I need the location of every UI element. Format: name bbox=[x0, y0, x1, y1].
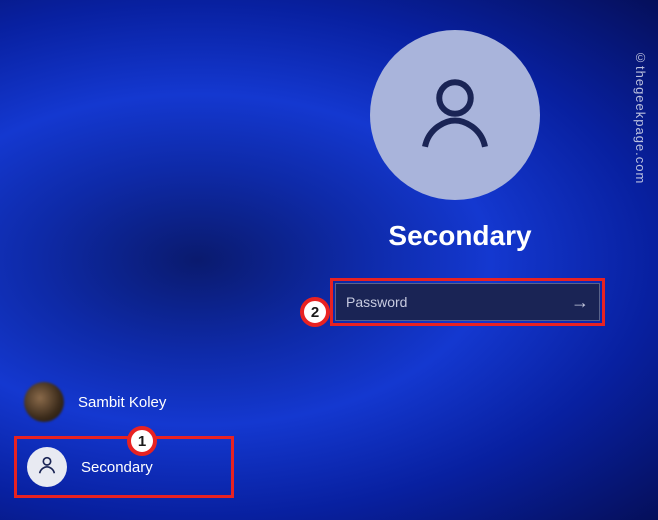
watermark-text: ©thegeekpage.com bbox=[633, 50, 648, 184]
user-avatar-icon bbox=[27, 447, 67, 487]
password-highlight-box: Password → bbox=[330, 278, 605, 326]
annotation-badge-2: 2 bbox=[300, 297, 330, 327]
user-label: Sambit Koley bbox=[78, 394, 166, 411]
submit-arrow-icon[interactable]: → bbox=[571, 292, 589, 313]
annotation-badge-1: 1 bbox=[127, 426, 157, 456]
selected-account-name: Secondary bbox=[330, 220, 590, 252]
password-placeholder: Password bbox=[346, 294, 407, 310]
user-label: Secondary bbox=[81, 459, 153, 476]
person-icon bbox=[36, 454, 58, 481]
user-avatar-photo bbox=[24, 382, 64, 422]
person-icon bbox=[410, 68, 500, 163]
password-input[interactable]: Password → bbox=[335, 283, 600, 321]
user-item-secondary[interactable]: Secondary bbox=[14, 436, 234, 498]
user-item-sambit[interactable]: Sambit Koley bbox=[14, 374, 234, 430]
user-account-list: Sambit Koley Secondary bbox=[14, 374, 234, 504]
selected-account-avatar bbox=[370, 30, 540, 200]
